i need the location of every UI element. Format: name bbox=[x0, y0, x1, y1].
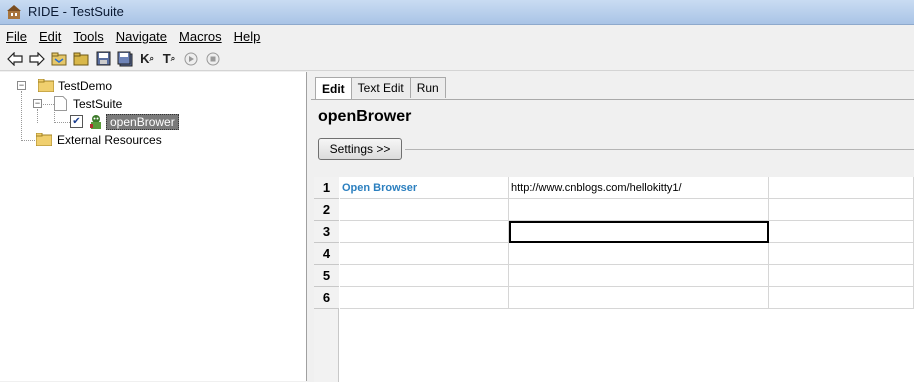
collapse-toggle-icon[interactable]: − bbox=[17, 81, 26, 90]
row-number[interactable]: 5 bbox=[314, 265, 339, 287]
search-tests-button[interactable]: T ⌕ bbox=[160, 50, 178, 68]
open-folder-icon[interactable] bbox=[50, 50, 68, 68]
tab-edit[interactable]: Edit bbox=[315, 77, 352, 99]
menu-tools[interactable]: Tools bbox=[73, 29, 103, 44]
editor-panel: Edit Text Edit Run openBrower Settings >… bbox=[310, 72, 914, 382]
tree-connector bbox=[21, 91, 22, 141]
save-icon[interactable] bbox=[94, 50, 112, 68]
file-icon bbox=[54, 96, 67, 111]
row-number[interactable]: 6 bbox=[314, 287, 339, 309]
toolbar: K ⌕ T ⌕ bbox=[0, 47, 914, 71]
edit-content: openBrower Settings >> 1 Open Browser http… bbox=[311, 99, 914, 382]
test-checkbox[interactable]: ✔ bbox=[70, 115, 83, 128]
project-tree: − TestDemo − TestSuite ✔ openBrower Exte… bbox=[0, 72, 307, 381]
settings-divider bbox=[405, 149, 914, 150]
menu-macros[interactable]: Macros bbox=[179, 29, 222, 44]
editor-tabs: Edit Text Edit Run bbox=[315, 77, 446, 99]
menu-bar: File Edit Tools Navigate Macros Help bbox=[0, 25, 914, 47]
row-number[interactable]: 4 bbox=[314, 243, 339, 265]
back-arrow-icon[interactable] bbox=[6, 50, 24, 68]
row-number[interactable]: 1 bbox=[314, 177, 339, 199]
keyword-cell[interactable] bbox=[340, 199, 509, 221]
tree-label-testdemo: TestDemo bbox=[58, 78, 113, 93]
argument-cell[interactable] bbox=[509, 221, 769, 243]
menu-edit[interactable]: Edit bbox=[39, 29, 61, 44]
argument-cell[interactable] bbox=[509, 265, 769, 287]
keyword-cell[interactable]: Open Browser bbox=[340, 177, 509, 199]
settings-button[interactable]: Settings >> bbox=[318, 138, 402, 160]
open-directory-icon[interactable] bbox=[72, 50, 90, 68]
tree-label-openbrower: openBrower bbox=[106, 113, 179, 130]
argument-cell[interactable] bbox=[769, 287, 914, 309]
argument-cell[interactable]: http://www.cnblogs.com/hellokitty1/ bbox=[509, 177, 769, 199]
ride-app-icon bbox=[7, 5, 21, 19]
robot-icon bbox=[90, 114, 101, 129]
argument-cell[interactable] bbox=[769, 177, 914, 199]
forward-arrow-icon[interactable] bbox=[28, 50, 46, 68]
tree-label-external-resources: External Resources bbox=[57, 132, 162, 147]
run-icon[interactable] bbox=[182, 50, 200, 68]
collapse-toggle-icon[interactable]: − bbox=[33, 99, 42, 108]
keyword-cell[interactable] bbox=[340, 287, 509, 309]
menu-navigate[interactable]: Navigate bbox=[116, 29, 167, 44]
argument-cell[interactable] bbox=[509, 243, 769, 265]
tree-item-testsuite[interactable]: − TestSuite bbox=[33, 95, 122, 112]
tree-connector bbox=[54, 122, 70, 123]
stop-icon[interactable] bbox=[204, 50, 222, 68]
tree-item-external-resources[interactable]: External Resources bbox=[36, 131, 162, 148]
argument-cell[interactable] bbox=[509, 199, 769, 221]
menu-help[interactable]: Help bbox=[234, 29, 261, 44]
tab-text-edit[interactable]: Text Edit bbox=[350, 77, 411, 98]
argument-cell[interactable] bbox=[769, 199, 914, 221]
test-case-title: openBrower bbox=[318, 108, 412, 125]
tab-run[interactable]: Run bbox=[409, 77, 446, 98]
folder-icon bbox=[36, 133, 52, 146]
argument-cell[interactable] bbox=[769, 221, 914, 243]
keyword-cell[interactable] bbox=[340, 221, 509, 243]
keyword-cell[interactable] bbox=[340, 243, 509, 265]
tree-item-openbrower[interactable]: ✔ openBrower bbox=[70, 113, 179, 130]
menu-file[interactable]: File bbox=[6, 29, 27, 44]
row-number[interactable]: 3 bbox=[314, 221, 339, 243]
keyword-cell[interactable] bbox=[340, 265, 509, 287]
window-title: RIDE - TestSuite bbox=[28, 4, 124, 19]
step-grid: 1 Open Browser http://www.cnblogs.com/hell… bbox=[314, 177, 914, 382]
argument-cell[interactable] bbox=[509, 287, 769, 309]
argument-cell[interactable] bbox=[769, 243, 914, 265]
argument-cell[interactable] bbox=[769, 265, 914, 287]
tree-item-testdemo[interactable]: − TestDemo bbox=[17, 77, 112, 94]
title-bar: RIDE - TestSuite bbox=[0, 0, 914, 25]
folder-icon bbox=[38, 79, 54, 92]
tree-label-testsuite: TestSuite bbox=[73, 96, 123, 111]
row-number[interactable]: 2 bbox=[314, 199, 339, 221]
search-keywords-button[interactable]: K ⌕ bbox=[138, 50, 156, 68]
save-all-icon[interactable] bbox=[116, 50, 134, 68]
